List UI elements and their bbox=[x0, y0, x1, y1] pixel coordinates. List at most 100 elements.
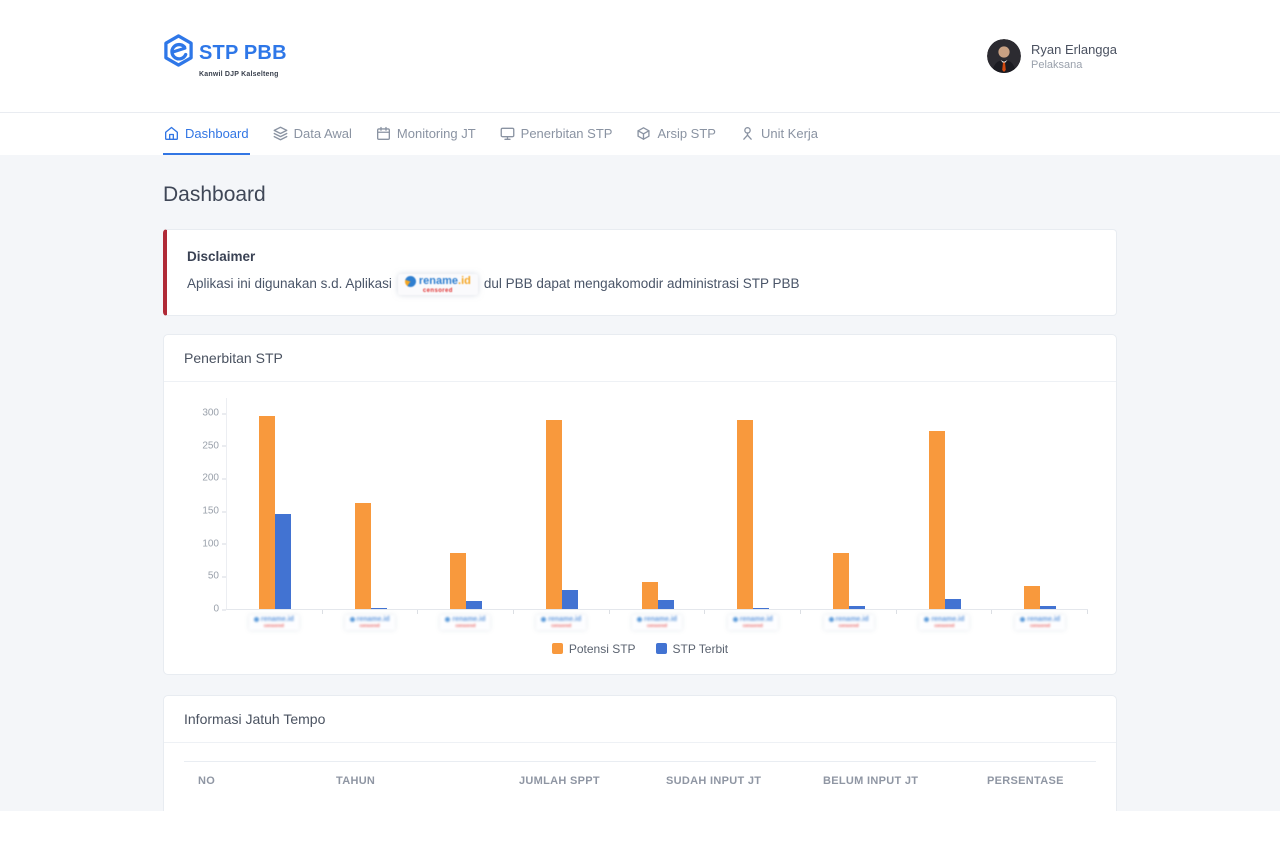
y-axis-tick-label: 250 bbox=[185, 440, 219, 451]
censor-watermark-icon bbox=[829, 617, 834, 622]
column-header-persentase: PERSENTASE bbox=[973, 762, 1096, 800]
disclaimer-text-before: Aplikasi ini digunakan s.d. Aplikasi bbox=[187, 275, 392, 293]
legend-item-potensi-stp: Potensi STP bbox=[552, 642, 636, 656]
stp-terbit-bar bbox=[466, 601, 482, 609]
censor-watermark-icon bbox=[254, 617, 259, 622]
disclaimer-text: Aplikasi ini digunakan s.d. Aplikasi ren… bbox=[187, 274, 1096, 295]
potensi-stp-bar bbox=[1024, 586, 1040, 609]
disclaimer-text-after: dul PBB dapat mengakomodir administrasi … bbox=[484, 275, 800, 293]
column-header-jumlah-sppt: JUMLAH SPPT bbox=[505, 762, 652, 800]
stp-terbit-bar bbox=[658, 600, 674, 609]
chart-card-title: Penerbitan STP bbox=[164, 335, 1116, 382]
y-axis-tick-label: 50 bbox=[185, 571, 219, 582]
censor-watermark-sub: censored bbox=[423, 288, 453, 294]
user-menu[interactable]: Ryan Erlangga Pelaksana bbox=[987, 39, 1117, 73]
bar-group bbox=[514, 398, 610, 609]
x-axis-label-censored: rename.idcensored bbox=[226, 615, 322, 630]
y-axis-tick-label: 0 bbox=[185, 604, 219, 615]
potensi-stp-bar bbox=[833, 553, 849, 609]
censor-watermark: rename.idcensored bbox=[249, 615, 299, 630]
bar-group bbox=[897, 398, 993, 609]
x-axis-label-censored: rename.idcensored bbox=[992, 615, 1088, 630]
legend-item-stp-terbit: STP Terbit bbox=[656, 642, 729, 656]
y-axis-tick-label: 200 bbox=[185, 473, 219, 484]
censor-watermark-icon bbox=[733, 617, 738, 622]
logo-text: STP PBB bbox=[199, 42, 287, 65]
nav-item-penerbitan-stp[interactable]: Penerbitan STP bbox=[499, 113, 614, 155]
table-card: Informasi Jatuh Tempo NOTAHUNJUMLAH SPPT… bbox=[163, 695, 1117, 812]
censor-watermark: rename.idcensored bbox=[1015, 615, 1065, 630]
chart-card: Penerbitan STP 050100150200250300 rename… bbox=[163, 334, 1117, 675]
x-axis-label-censored: rename.idcensored bbox=[322, 615, 418, 630]
column-header-no: NO bbox=[184, 762, 322, 800]
chart-x-labels: rename.idcensored rename.idcensored rename… bbox=[226, 615, 1088, 630]
nav-item-label: Penerbitan STP bbox=[521, 126, 613, 141]
censor-watermark: rename.idcensored bbox=[536, 615, 586, 630]
censor-watermark: rename.idcensored bbox=[345, 615, 395, 630]
nav-item-label: Arsip STP bbox=[657, 126, 716, 141]
potensi-stp-bar bbox=[737, 420, 753, 609]
censor-watermark: rename.idcensored bbox=[919, 615, 969, 630]
stp-terbit-bar bbox=[275, 514, 291, 609]
censor-watermark: rename.idcensored bbox=[440, 615, 490, 630]
user-role: Pelaksana bbox=[1031, 59, 1117, 71]
censor-watermark-icon bbox=[405, 276, 416, 287]
app-logo: STP PBB Kanwil DJP Kalselteng bbox=[163, 34, 287, 78]
table-card-title: Informasi Jatuh Tempo bbox=[164, 696, 1116, 743]
censor-watermark-icon bbox=[541, 617, 546, 622]
censor-watermark: rename.idcensored bbox=[728, 615, 778, 630]
nav-item-unit-kerja[interactable]: Unit Kerja bbox=[739, 113, 819, 155]
potensi-stp-bar bbox=[259, 416, 275, 609]
censor-watermark-brand: rename.id bbox=[419, 276, 471, 287]
chart-plot-area: 050100150200250300 bbox=[226, 398, 1088, 610]
nav-item-label: Unit Kerja bbox=[761, 126, 818, 141]
censor-watermark-icon bbox=[1020, 617, 1025, 622]
stp-terbit-bar bbox=[1040, 606, 1056, 609]
x-axis-label-censored: rename.idcensored bbox=[896, 615, 992, 630]
calendar-icon bbox=[376, 126, 391, 141]
bar-group bbox=[705, 398, 801, 609]
disclaimer-card: Disclaimer Aplikasi ini digunakan s.d. A… bbox=[163, 229, 1117, 316]
nav-item-label: Data Awal bbox=[294, 126, 352, 141]
nav-items: Dashboard Data Awal Monitoring JT Penerbita… bbox=[163, 113, 1117, 155]
y-axis-tick-label: 150 bbox=[185, 506, 219, 517]
package-icon bbox=[636, 126, 651, 141]
y-axis-tick-label: 100 bbox=[185, 538, 219, 549]
page-title: Dashboard bbox=[163, 183, 1117, 207]
x-axis-label-censored: rename.idcensored bbox=[513, 615, 609, 630]
logo-subtitle: Kanwil DJP Kalselteng bbox=[199, 71, 287, 78]
nav-item-label: Dashboard bbox=[185, 126, 249, 141]
stp-terbit-bar bbox=[753, 608, 769, 610]
user-name: Ryan Erlangga bbox=[1031, 42, 1117, 57]
x-axis-label-censored: rename.idcensored bbox=[418, 615, 514, 630]
nav-item-dashboard[interactable]: Dashboard bbox=[163, 113, 250, 155]
monitor-icon bbox=[500, 126, 515, 141]
bar-group bbox=[323, 398, 419, 609]
legend-label: STP Terbit bbox=[673, 642, 729, 656]
disclaimer-title: Disclaimer bbox=[187, 249, 1096, 264]
potensi-stp-bar bbox=[546, 420, 562, 609]
home-icon bbox=[164, 126, 179, 141]
stp-terbit-bar bbox=[562, 590, 578, 609]
main-nav: Dashboard Data Awal Monitoring JT Penerbita… bbox=[0, 112, 1280, 155]
column-header-belum-input-jt: BELUM INPUT JT bbox=[809, 762, 973, 800]
avatar bbox=[987, 39, 1021, 73]
potensi-stp-bar bbox=[355, 503, 371, 609]
nav-item-data-awal[interactable]: Data Awal bbox=[272, 113, 353, 155]
legend-label: Potensi STP bbox=[569, 642, 636, 656]
nav-item-arsip-stp[interactable]: Arsip STP bbox=[635, 113, 717, 155]
censor-watermark-icon bbox=[350, 617, 355, 622]
bar-group bbox=[992, 398, 1088, 609]
bar-group bbox=[227, 398, 323, 609]
potensi-stp-bar bbox=[929, 431, 945, 609]
censor-watermark: rename.idcensored bbox=[632, 615, 682, 630]
column-header-sudah-input-jt: SUDAH INPUT JT bbox=[652, 762, 809, 800]
column-header-tahun: TAHUN bbox=[322, 762, 505, 800]
stp-terbit-bar bbox=[945, 599, 961, 609]
nav-item-monitoring-jt[interactable]: Monitoring JT bbox=[375, 113, 477, 155]
potensi-stp-bar bbox=[642, 582, 658, 609]
bar-group bbox=[418, 398, 514, 609]
x-axis-label-censored: rename.idcensored bbox=[801, 615, 897, 630]
censor-watermark-icon bbox=[924, 617, 929, 622]
bar-group bbox=[610, 398, 706, 609]
